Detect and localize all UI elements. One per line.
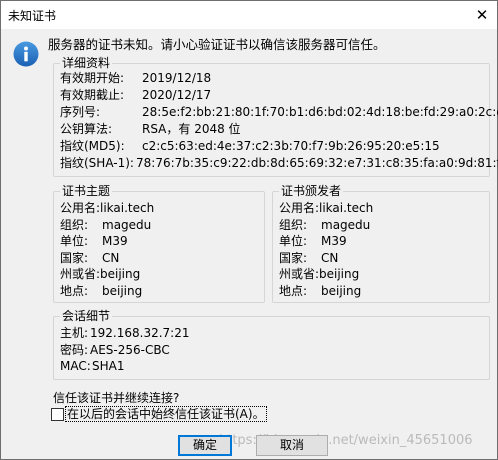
issuer-row-label: 单位: bbox=[279, 234, 308, 248]
subject-row-value: likai.tech bbox=[100, 201, 155, 215]
subject-row-label: 地点: bbox=[60, 283, 89, 298]
details-row-value: 2019/12/18 bbox=[142, 71, 212, 85]
issuer-row-label: 地点: bbox=[279, 283, 308, 298]
always-trust-checkbox[interactable] bbox=[51, 407, 64, 421]
details-row-value: 28:5e:f2:bb:21:80:1f:70:b1:d6:bd:02:4d:1… bbox=[142, 105, 498, 119]
issuer-row-value: M39 bbox=[321, 234, 347, 248]
subject-row-label: 国家: bbox=[60, 250, 89, 265]
subject-row-value: beijing bbox=[100, 267, 141, 281]
issuer-row-label: 国家: bbox=[279, 250, 308, 265]
details-row-value: 78:76:7b:35:c9:22:db:8d:65:69:32:e7:31:c… bbox=[136, 156, 498, 170]
session-row-value: SHA1 bbox=[92, 359, 125, 373]
session-row-label: MAC: bbox=[60, 359, 91, 373]
details-row-label: 有效期截止: bbox=[60, 88, 125, 102]
close-button[interactable]: ✕ bbox=[467, 1, 497, 29]
session-row-label: 主机: bbox=[60, 326, 89, 340]
session-row-value: AES-256-CBC bbox=[90, 342, 170, 357]
details-row-value: RSA，有 2048 位 bbox=[142, 122, 241, 136]
issuer-group: 证书颁发者 公用名: likai.tech 组织: magedu 单位: M39 国家: CN… bbox=[272, 183, 490, 303]
subject-row-label: 公用名: bbox=[60, 201, 101, 215]
title-bar: 未知证书 ✕ bbox=[1, 1, 497, 29]
close-icon: ✕ bbox=[475, 6, 489, 24]
issuer-row-value: beijing bbox=[321, 283, 362, 298]
details-row-label: 序列号: bbox=[60, 105, 101, 119]
subject-row-label: 组织: bbox=[60, 217, 89, 232]
details-row-label: 有效期开始: bbox=[60, 71, 125, 85]
session-group-title: 会话细节 bbox=[60, 308, 113, 324]
info-icon bbox=[13, 41, 39, 67]
subject-row-label: 州或省: bbox=[60, 267, 101, 281]
session-row-label: 密码: bbox=[60, 342, 89, 357]
subject-row-value: beijing bbox=[102, 283, 143, 298]
issuer-row-value: beijing bbox=[319, 267, 360, 281]
always-trust-label[interactable]: 在以后的会话中始终信任该证书(A)。 bbox=[65, 406, 267, 422]
details-row-label: 指纹(SHA-1): bbox=[60, 156, 134, 170]
trust-question: 信任该证书并继续连接? bbox=[53, 391, 180, 405]
details-row-value: 2020/12/17 bbox=[142, 88, 212, 102]
warning-message: 服务器的证书未知。请小心验证证书以确信该服务器可信任。 bbox=[48, 37, 386, 52]
issuer-row-value: likai.tech bbox=[319, 201, 374, 215]
session-row-value: 192.168.32.7:21 bbox=[90, 326, 190, 340]
subject-row-value: M39 bbox=[102, 234, 128, 248]
issuer-group-title: 证书颁发者 bbox=[279, 183, 344, 199]
cancel-button[interactable]: 取消 bbox=[256, 435, 328, 456]
details-row-label: 公钥算法: bbox=[60, 122, 113, 136]
issuer-row-label: 州或省: bbox=[279, 267, 320, 281]
details-group: 详细资料 有效期开始: 2019/12/18 有效期截止: 2020/12/17 序列号… bbox=[53, 55, 498, 177]
details-group-title: 详细资料 bbox=[60, 55, 113, 71]
subject-row-label: 单位: bbox=[60, 234, 89, 248]
always-trust-option[interactable]: 在以后的会话中始终信任该证书(A)。 bbox=[51, 406, 267, 422]
subject-row-value: CN bbox=[102, 250, 120, 265]
subject-group-title: 证书主题 bbox=[60, 183, 113, 199]
issuer-row-label: 公用名: bbox=[279, 201, 320, 215]
session-group: 会话细节 主机: 192.168.32.7:21 密码: AES-256-CBC MAC… bbox=[53, 308, 490, 380]
ok-button[interactable]: 确定 bbox=[178, 435, 232, 456]
details-row-value: c2:c5:63:ed:4e:37:c2:3b:70:f7:9b:26:95:2… bbox=[142, 139, 440, 153]
details-row-label: 指纹(MD5): bbox=[60, 139, 125, 153]
subject-row-value: magedu bbox=[102, 217, 152, 232]
certificate-dialog: 未知证书 ✕ 服务器的证书未知。请小心验证证书以确信该服务器可信任。 详细资料 … bbox=[0, 0, 498, 460]
window-title: 未知证书 bbox=[8, 9, 57, 23]
subject-group: 证书主题 公用名: likai.tech 组织: magedu 单位: M39 国家: CN 州… bbox=[53, 183, 265, 303]
issuer-row-value: magedu bbox=[321, 217, 371, 232]
issuer-row-label: 组织: bbox=[279, 217, 308, 232]
issuer-row-value: CN bbox=[321, 250, 339, 265]
